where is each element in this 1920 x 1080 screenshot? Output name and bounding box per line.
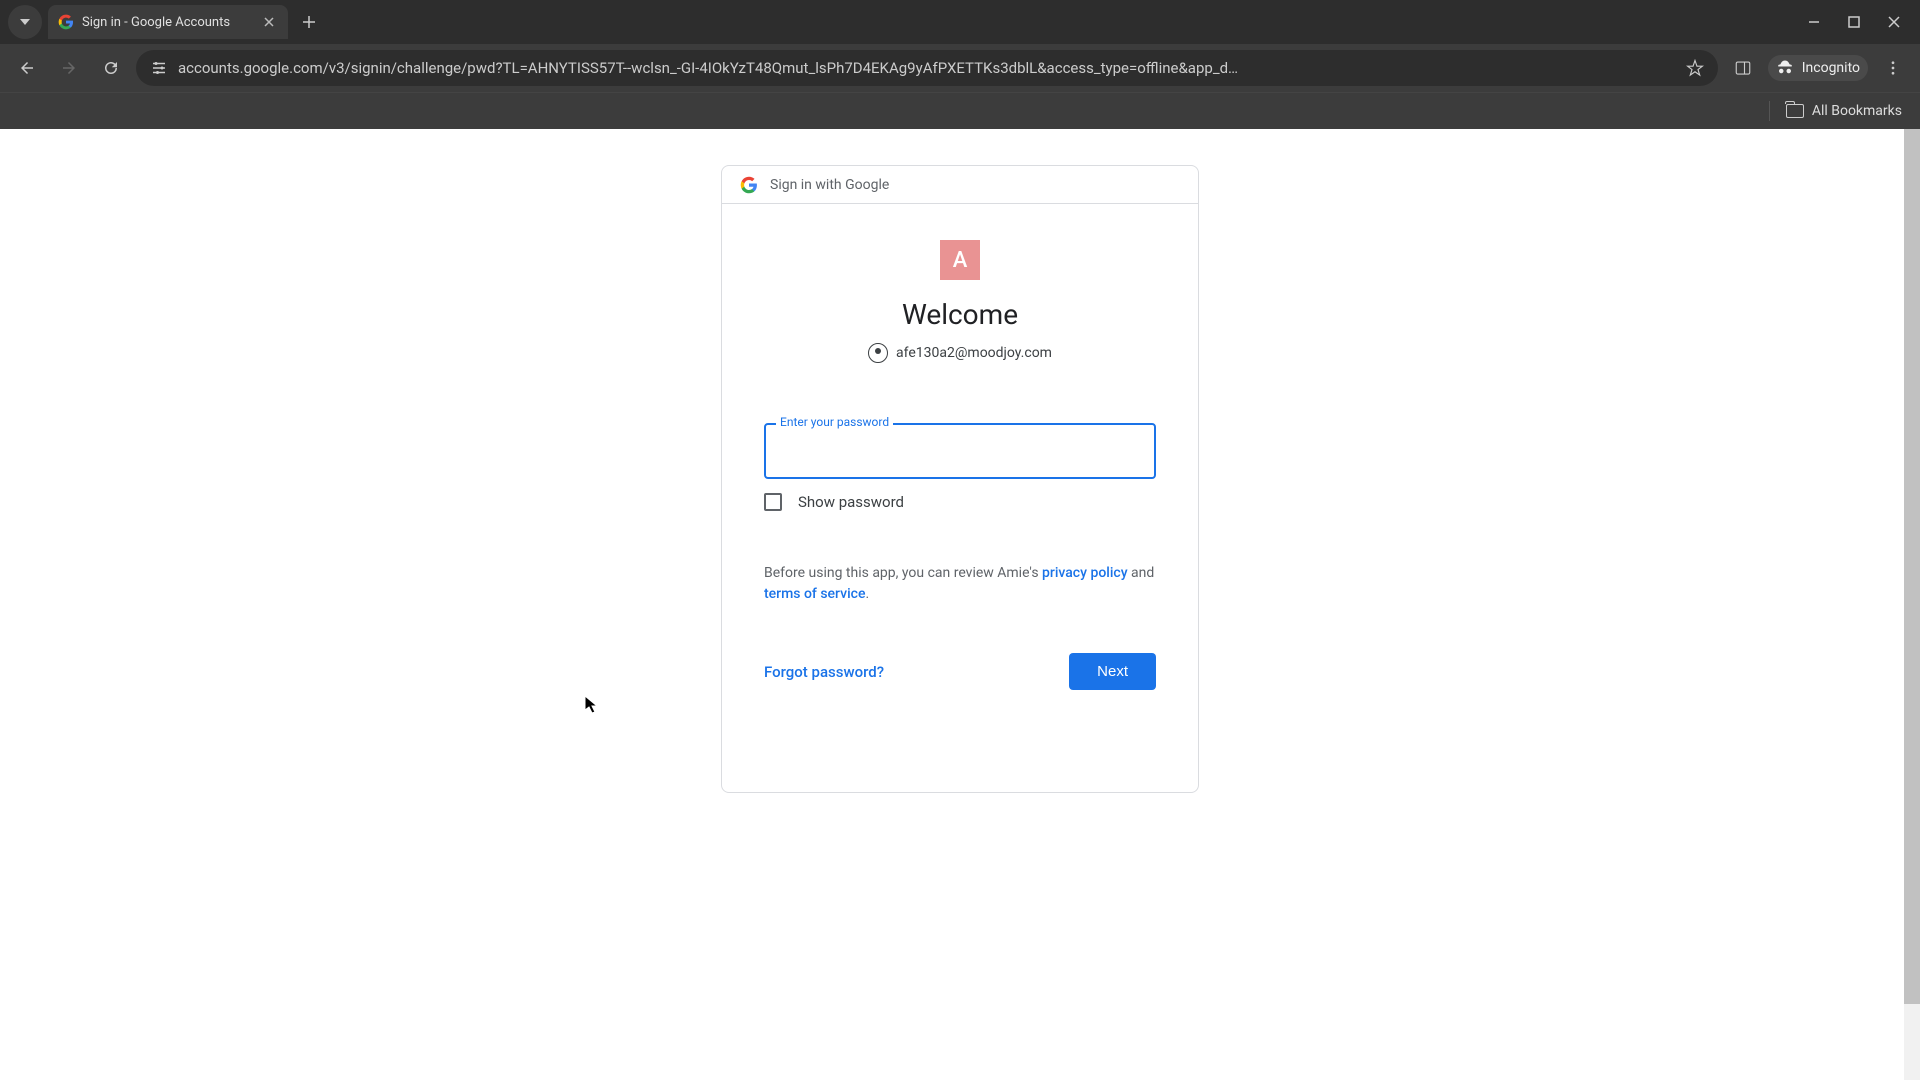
actions-row: Forgot password? Next — [764, 653, 1156, 690]
signin-header-text: Sign in with Google — [770, 177, 889, 193]
account-chip[interactable]: afe130a2@moodjoy.com — [764, 343, 1156, 363]
card-body: A Welcome afe130a2@moodjoy.com Enter you… — [722, 204, 1198, 714]
bookmarks-bar: All Bookmarks — [0, 92, 1920, 129]
window-controls — [1806, 14, 1920, 30]
show-password-label: Show password — [798, 493, 904, 511]
google-favicon-icon — [58, 14, 74, 30]
tab-search-button[interactable] — [8, 5, 42, 39]
maximize-icon — [1848, 16, 1860, 28]
star-icon[interactable] — [1686, 59, 1704, 77]
browser-chrome: Sign in - Google Accounts — [0, 0, 1920, 129]
card-header: Sign in with Google — [722, 166, 1198, 204]
password-label: Enter your password — [776, 415, 893, 429]
terms-link[interactable]: terms of service — [764, 586, 865, 602]
password-field-wrapper: Enter your password — [764, 423, 1156, 479]
policy-and: and — [1128, 565, 1155, 581]
chevron-down-icon — [20, 19, 30, 25]
site-settings-icon — [150, 59, 168, 77]
reload-icon — [102, 59, 120, 77]
menu-button[interactable] — [1876, 51, 1910, 85]
folder-icon — [1786, 104, 1804, 118]
privacy-policy-link[interactable]: privacy policy — [1042, 565, 1128, 581]
cursor-icon — [583, 694, 601, 716]
all-bookmarks-button[interactable]: All Bookmarks — [1786, 103, 1902, 119]
incognito-icon — [1776, 59, 1794, 77]
google-logo-icon — [740, 176, 758, 194]
dots-vertical-icon — [1884, 59, 1902, 77]
panel-icon — [1734, 59, 1752, 77]
scrollbar[interactable] — [1904, 129, 1920, 1080]
arrow-left-icon — [18, 59, 36, 77]
minimize-icon — [1808, 16, 1820, 28]
show-password-row: Show password — [764, 493, 1156, 511]
active-tab[interactable]: Sign in - Google Accounts — [48, 5, 288, 39]
reload-button[interactable] — [94, 51, 128, 85]
close-icon — [264, 17, 274, 27]
scrollbar-thumb[interactable] — [1904, 129, 1920, 1004]
tab-close-button[interactable] — [260, 13, 278, 31]
close-icon — [1888, 16, 1900, 28]
minimize-button[interactable] — [1806, 14, 1822, 30]
page-content: Sign in with Google A Welcome afe130a2@m… — [0, 129, 1920, 1080]
forgot-password-link[interactable]: Forgot password? — [764, 663, 884, 681]
forward-button[interactable] — [52, 51, 86, 85]
policy-text: Before using this app, you can review Am… — [764, 563, 1156, 605]
side-panel-button[interactable] — [1726, 51, 1760, 85]
url-text: accounts.google.com/v3/signin/challenge/… — [178, 59, 1676, 77]
signin-card: Sign in with Google A Welcome afe130a2@m… — [721, 165, 1199, 793]
show-password-checkbox[interactable] — [764, 493, 782, 511]
account-email: afe130a2@moodjoy.com — [896, 345, 1052, 361]
maximize-button[interactable] — [1846, 14, 1862, 30]
new-tab-button[interactable] — [294, 7, 324, 37]
close-window-button[interactable] — [1886, 14, 1902, 30]
separator — [1769, 101, 1770, 121]
address-bar[interactable]: accounts.google.com/v3/signin/challenge/… — [136, 50, 1718, 86]
policy-prefix: Before using this app, you can review Am… — [764, 565, 1042, 581]
all-bookmarks-label: All Bookmarks — [1812, 103, 1902, 119]
tab-title: Sign in - Google Accounts — [82, 15, 230, 30]
plus-icon — [302, 15, 316, 29]
incognito-indicator[interactable]: Incognito — [1768, 55, 1868, 81]
policy-suffix: . — [865, 586, 869, 602]
arrow-right-icon — [60, 59, 78, 77]
tab-strip: Sign in - Google Accounts — [0, 0, 1920, 44]
app-avatar: A — [940, 240, 980, 280]
person-icon — [868, 343, 888, 363]
welcome-heading: Welcome — [764, 298, 1156, 331]
back-button[interactable] — [10, 51, 44, 85]
app-initial: A — [953, 248, 968, 273]
toolbar: accounts.google.com/v3/signin/challenge/… — [0, 44, 1920, 92]
incognito-label: Incognito — [1802, 60, 1860, 76]
password-input[interactable] — [764, 423, 1156, 479]
next-button[interactable]: Next — [1069, 653, 1156, 690]
